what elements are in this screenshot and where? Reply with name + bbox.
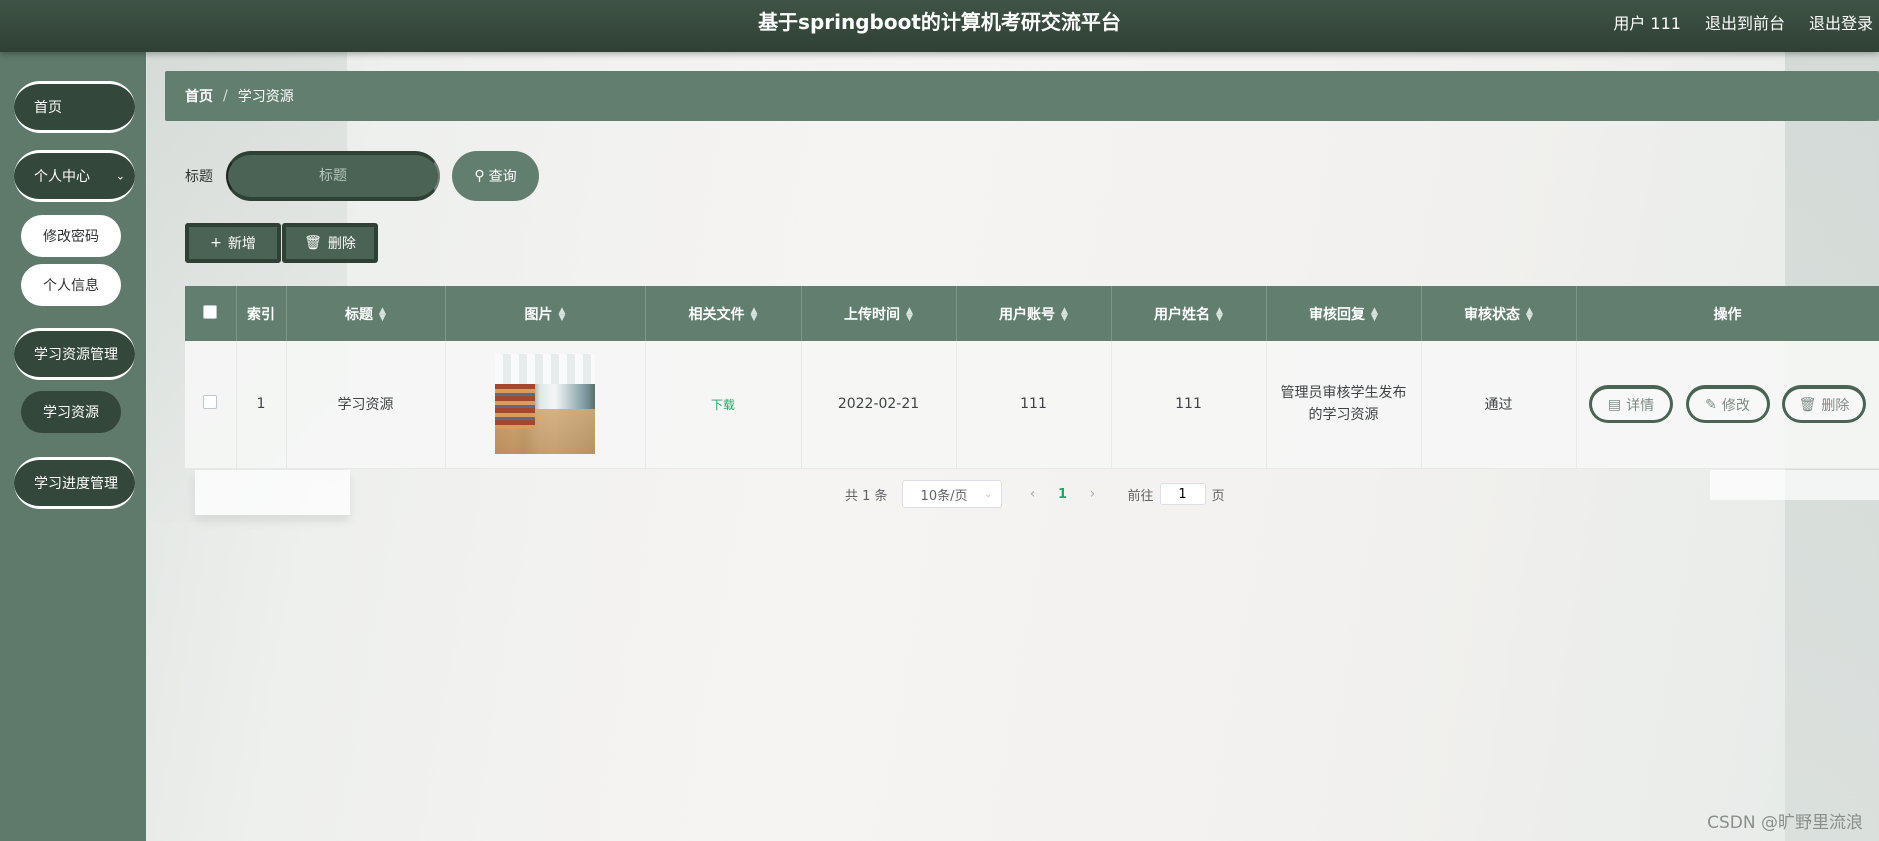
current-user-label: 用户 111: [1613, 14, 1681, 33]
download-link[interactable]: 下载: [711, 398, 735, 412]
next-page-button[interactable]: ›: [1078, 486, 1108, 502]
cell-title: 学习资源: [286, 341, 446, 469]
goto-page: 前往 页: [1128, 483, 1225, 505]
goto-page-input[interactable]: [1159, 483, 1206, 505]
edit-button-label: 修改: [1721, 397, 1750, 414]
column-header-name[interactable]: 用户姓名 ▲ ▼: [1111, 286, 1267, 341]
page-size-select[interactable]: 10条/页 ⌄: [901, 480, 1002, 508]
sort-icon[interactable]: ▲ ▼: [906, 306, 913, 322]
sort-icon[interactable]: ▲ ▼: [1526, 306, 1533, 322]
pagination-total: 共 1 条: [845, 488, 888, 504]
sidebar-item-label: 学习资源管理: [34, 347, 118, 363]
resource-thumbnail[interactable]: [495, 354, 595, 455]
sidebar-item-label: 个人中心: [34, 169, 90, 185]
breadcrumb-separator: /: [223, 88, 228, 104]
sidebar-item-progress-management[interactable]: 学习进度管理: [14, 457, 135, 509]
cell-index: 1: [236, 341, 287, 469]
sidebar-subitem-change-password[interactable]: 修改密码: [21, 215, 121, 257]
sort-icon[interactable]: ▲ ▼: [751, 306, 758, 322]
page-unit-label: 页: [1211, 488, 1225, 504]
sort-icon[interactable]: ▲ ▼: [1216, 306, 1223, 322]
sidebar-item-personal-center[interactable]: 个人中心 ⌄: [14, 150, 135, 202]
column-header-reply[interactable]: 审核回复 ▲ ▼: [1266, 286, 1422, 341]
search-button[interactable]: ⚲ 查询: [452, 151, 539, 201]
select-all-checkbox[interactable]: [203, 304, 218, 319]
background-shelf-left: [195, 470, 350, 515]
cell-status: 通过: [1421, 341, 1577, 469]
column-header-title[interactable]: 标题 ▲ ▼: [286, 286, 446, 341]
prev-page-button[interactable]: ‹: [1018, 486, 1048, 502]
top-header: 基于springboot的计算机考研交流平台 用户 111 退出到前台 退出登录: [0, 0, 1879, 52]
select-all-header: [185, 286, 237, 341]
logout-link[interactable]: 退出登录: [1809, 10, 1873, 34]
cell-reply: 管理员审核学生发布的学习资源: [1266, 341, 1422, 469]
cell-image: [445, 341, 646, 469]
page-size-value: 10条/页: [920, 488, 968, 504]
detail-button[interactable]: ▤ 详情: [1589, 385, 1674, 424]
trash-icon: 🗑: [1798, 396, 1817, 413]
header-user-area: 用户 111 退出到前台 退出登录: [1613, 0, 1873, 44]
app-title: 基于springboot的计算机考研交流平台: [758, 10, 1121, 34]
column-header-status[interactable]: 审核状态 ▲ ▼: [1421, 286, 1577, 341]
breadcrumb: 首页 / 学习资源: [165, 71, 1879, 121]
row-checkbox[interactable]: [203, 395, 218, 410]
breadcrumb-home[interactable]: 首页: [185, 86, 213, 106]
search-button-label: 查询: [488, 169, 517, 185]
sidebar-item-label: 首页: [34, 100, 62, 116]
sort-icon[interactable]: ▲ ▼: [559, 306, 566, 322]
sort-icon[interactable]: ▲ ▼: [1061, 306, 1068, 322]
detail-button-label: 详情: [1626, 397, 1655, 414]
trash-icon: 🗑: [304, 235, 322, 251]
sidebar-subitem-resource[interactable]: 学习资源: [21, 391, 121, 433]
exit-to-front-link[interactable]: 退出到前台: [1705, 10, 1785, 34]
batch-delete-button-label: 删除: [327, 236, 356, 252]
sort-icon[interactable]: ▲ ▼: [379, 306, 386, 322]
sidebar-item-label: 学习进度管理: [34, 476, 118, 492]
pagination: 共 1 条 10条/页 ⌄ ‹ 1 › 前往 页: [845, 480, 1225, 508]
sidebar-subitem-label: 学习资源: [43, 405, 99, 421]
sidebar-item-resource-management[interactable]: 学习资源管理: [14, 328, 135, 380]
table-row: 1 学习资源 下载 2022-02-21 111 111 管理员审核学生发布的学…: [185, 341, 1879, 469]
plus-icon: +: [210, 235, 222, 251]
row-delete-button-label: 删除: [1821, 397, 1850, 414]
batch-delete-button[interactable]: 🗑 删除: [282, 223, 378, 263]
reply-text: 管理员审核学生发布的学习资源: [1280, 385, 1407, 424]
sidebar-item-home[interactable]: 首页: [14, 81, 135, 133]
goto-label: 前往: [1127, 488, 1154, 504]
cell-name: 111: [1111, 341, 1267, 469]
document-icon: ▤: [1607, 396, 1622, 413]
chevron-down-icon: ⌄: [984, 488, 993, 500]
add-button-label: 新增: [227, 236, 256, 252]
table-header-row: 索引 标题 ▲ ▼ 图片 ▲ ▼ 相关文件 ▲ ▼ 上传时间 ▲ ▼ 用户账号 ▲ ▼ 用户姓名 ▲ ▼…: [185, 286, 1879, 341]
background-shelf-right: [1710, 470, 1879, 500]
column-header-index: 索引: [236, 286, 287, 341]
column-header-image[interactable]: 图片 ▲ ▼: [445, 286, 646, 341]
sort-icon[interactable]: ▲ ▼: [1371, 306, 1378, 322]
search-icon: ⚲: [474, 168, 485, 184]
search-input[interactable]: [226, 151, 440, 201]
column-header-upload-time[interactable]: 上传时间 ▲ ▼: [801, 286, 957, 341]
sidebar: 首页 个人中心 ⌄ 修改密码 个人信息 学习资源管理 学习资源 学习进度管理: [0, 52, 146, 841]
column-header-account[interactable]: 用户账号 ▲ ▼: [956, 286, 1112, 341]
cell-upload-time: 2022-02-21: [801, 341, 957, 469]
sidebar-subitem-label: 个人信息: [43, 278, 99, 294]
column-header-ops: 操作: [1576, 286, 1879, 341]
pencil-icon: ✎: [1705, 396, 1717, 413]
cell-ops: ▤ 详情 ✎ 修改 🗑 删除: [1576, 341, 1879, 469]
column-header-file[interactable]: 相关文件 ▲ ▼: [645, 286, 802, 341]
add-button[interactable]: + 新增: [185, 223, 281, 263]
cell-file: 下载: [645, 341, 802, 469]
page-number-current[interactable]: 1: [1048, 487, 1078, 502]
chevron-down-icon: ⌄: [115, 169, 125, 183]
edit-button[interactable]: ✎ 修改: [1685, 385, 1770, 424]
resource-table: 索引 标题 ▲ ▼ 图片 ▲ ▼ 相关文件 ▲ ▼ 上传时间 ▲ ▼ 用户账号 ▲ ▼ 用户姓名 ▲ ▼…: [185, 286, 1879, 469]
row-select-cell: [185, 341, 237, 469]
cell-account: 111: [956, 341, 1112, 469]
row-delete-button[interactable]: 🗑 删除: [1781, 385, 1866, 424]
watermark: CSDN @旷野里流浪: [1707, 813, 1863, 833]
sidebar-subitem-personal-info[interactable]: 个人信息: [21, 264, 121, 306]
search-label: 标题: [185, 169, 213, 185]
sidebar-subitem-label: 修改密码: [43, 229, 99, 245]
breadcrumb-current: 学习资源: [237, 89, 294, 105]
